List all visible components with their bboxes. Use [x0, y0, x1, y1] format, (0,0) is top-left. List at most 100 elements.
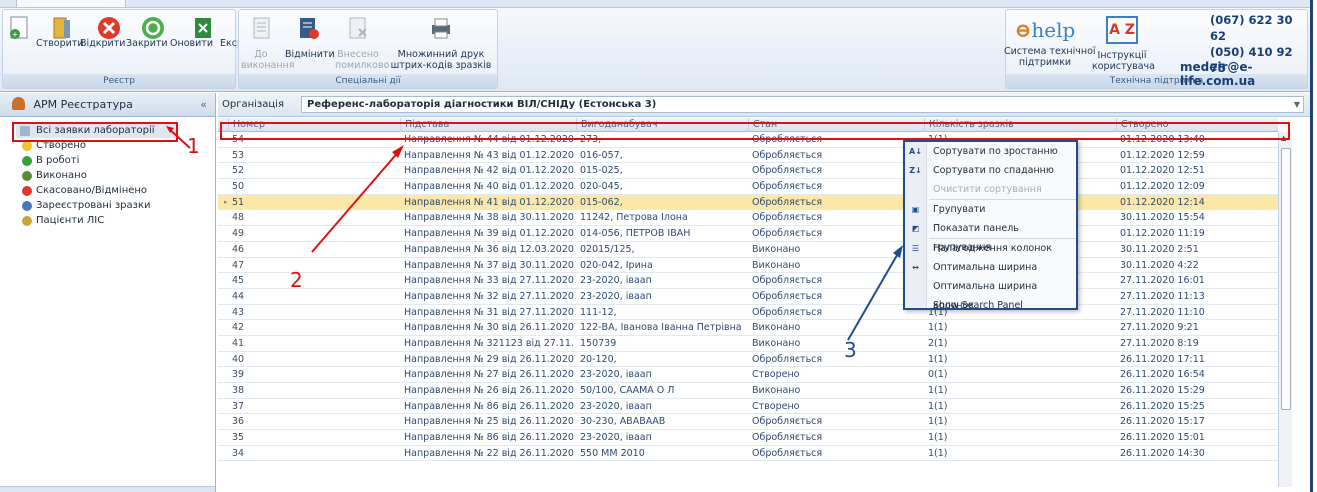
ribbon-group-registry: + Створити Відкрити Закрити Оновити Експ…: [2, 9, 261, 89]
created-status-icon: [22, 141, 32, 151]
table-cell: 40: [232, 353, 245, 365]
table-row[interactable]: 49 Направлення № 39 від 01.12.2020 014-056…: [218, 226, 1278, 242]
table-row[interactable]: 45 Направлення № 33 від 27.11.2020 23-2020…: [218, 273, 1278, 289]
ribbon-tab[interactable]: [16, 0, 126, 8]
table-cell: 50: [232, 181, 245, 193]
close-button[interactable]: Закрити: [95, 14, 168, 49]
nav-footer-grip[interactable]: [0, 486, 215, 492]
table-cell: Направлення № 40 від 01.12.2020: [404, 181, 574, 193]
table-cell: Обробляється: [752, 306, 823, 318]
create-button[interactable]: + Створити: [5, 14, 84, 49]
table-row[interactable]: 34 Направлення № 22 від 26.11.2020 550 ММ …: [218, 446, 1278, 462]
open-button[interactable]: Відкрити: [49, 14, 125, 49]
cancel-doc-label: Відмінити: [285, 49, 335, 60]
table-cell: 23-2020, іваап: [580, 432, 652, 444]
menu-item-4[interactable]: ◩ Показати панель групування: [905, 219, 1076, 253]
table-cell: 37: [232, 400, 245, 412]
printer-icon: [432, 18, 450, 39]
sidebar-item-3[interactable]: Виконано: [0, 168, 215, 183]
samples-icon: [22, 201, 32, 211]
table-cell: 52: [232, 165, 245, 177]
grid-body: 54 Направлення № 44 від 01.12.2020 273, Обр…: [218, 132, 1278, 462]
user-manual-button[interactable]: A Z Інструкції користувача: [1092, 14, 1155, 72]
table-cell: Направлення № 42 від 01.12.2020: [404, 165, 574, 177]
table-row[interactable]: 40 Направлення № 29 від 26.11.2020 20-120,…: [218, 352, 1278, 368]
menu-item-0[interactable]: A↓ Сортувати по зростанню: [905, 142, 1076, 161]
table-cell: 01.12.2020 12:09: [1120, 181, 1205, 193]
table-row[interactable]: 52 Направлення № 42 від 01.12.2020 015-025…: [218, 163, 1278, 180]
table-cell: 39: [232, 369, 245, 381]
table-cell: Направлення № 27 від 26.11.2020: [404, 369, 574, 381]
table-row[interactable]: 36 Направлення № 25 від 26.11.2020 30-230,…: [218, 414, 1278, 431]
table-row[interactable]: 39 Направлення № 27 від 26.11.2020 23-2020…: [218, 367, 1278, 383]
menu-item-2[interactable]: Очистити сортування: [905, 180, 1076, 199]
menu-item-label: Сортувати по спаданню: [933, 165, 1054, 176]
annotation-number-3: 3: [844, 338, 857, 362]
multi-print-button[interactable]: Множинний друк штрих-кодів зразків: [387, 14, 495, 71]
table-row[interactable]: 43 Направлення № 31 від 27.11.2020 111-12,…: [218, 305, 1278, 321]
nav-title: АРМ Реєстратура: [33, 98, 133, 111]
table-cell: 01.12.2020 12:51: [1120, 165, 1205, 177]
collapse-icon[interactable]: «: [200, 93, 207, 117]
table-row[interactable]: 47 Направлення № 37 від 30.11.2020 020-042…: [218, 258, 1278, 274]
table-row[interactable]: 46 Направлення № 36 від 12.03.2020 02015/1…: [218, 242, 1278, 258]
menu-item-1[interactable]: Z↓ Сортувати по спаданню: [905, 161, 1076, 180]
table-row[interactable]: 35 Направлення № 86 від 26.11.2020 23-2020…: [218, 430, 1278, 446]
svg-text:+: +: [12, 30, 19, 39]
table-row[interactable]: ▸ 51 Направлення № 41 від 01.12.2020 015-06…: [218, 194, 1278, 211]
table-row[interactable]: 38 Направлення № 26 від 26.11.2020 50/100,…: [218, 383, 1278, 399]
table-row[interactable]: 37 Направлення № 86 від 26.11.2020 23-2020…: [218, 399, 1278, 415]
table-cell: 1(1): [928, 400, 948, 412]
table-cell: Виконано: [752, 243, 801, 255]
menu-item-label: Групувати: [933, 204, 986, 215]
to-execution-button[interactable]: До виконання: [241, 14, 295, 71]
sidebar-item-6[interactable]: Пацієнти ЛІС: [0, 213, 215, 228]
refresh-button[interactable]: Оновити: [139, 14, 213, 49]
column-chooser-icon: ☰: [911, 244, 920, 253]
table-row[interactable]: 48 Направлення № 38 від 30.11.2020 11242, …: [218, 210, 1278, 227]
menu-item-5[interactable]: ☰ Налагодження колонок: [905, 239, 1076, 258]
support-email[interactable]: medeir@e-life.com.ua: [1180, 60, 1310, 88]
patients-icon: [22, 216, 32, 226]
table-cell: Направлення № 32 від 27.11.2020: [404, 290, 574, 302]
error-doc-button[interactable]: Внесено помилково: [335, 14, 389, 71]
table-cell: 23-2020, іваап: [580, 369, 652, 381]
table-row[interactable]: 50 Направлення № 40 від 01.12.2020 020-045…: [218, 179, 1278, 195]
sidebar-item-4[interactable]: Скасовано/Відмінено: [0, 183, 215, 198]
error-doc-icon: [349, 17, 367, 39]
sidebar-item-5[interactable]: Зареєстровані зразки: [0, 198, 215, 213]
table-cell: 01.12.2020 11:19: [1120, 228, 1205, 240]
menu-item-7[interactable]: Оптимальна ширина колонок: [905, 277, 1076, 311]
table-cell: Створено: [752, 400, 800, 412]
help-system-button[interactable]: ⊖help Система технічної підтримки: [1004, 14, 1096, 68]
table-cell: Виконано: [752, 337, 801, 349]
table-cell: 44: [232, 290, 245, 302]
table-cell: Направлення № 26 від 26.11.2020: [404, 385, 574, 396]
menu-item-8[interactable]: Show Search Panel: [905, 296, 1076, 315]
table-row[interactable]: 53 Направлення № 43 від 01.12.2020 016-057…: [218, 148, 1278, 164]
help-logo-icon: ⊖help: [1014, 18, 1076, 42]
export-button[interactable]: Експорт: [189, 14, 261, 49]
group-icon: ▣: [911, 205, 920, 214]
vertical-scrollbar[interactable]: ▲: [1278, 132, 1292, 487]
annotation-box-nav-item: [12, 122, 178, 142]
table-cell: Направлення № 36 від 12.03.2020: [404, 243, 574, 255]
manual-label-2: користувача: [1092, 61, 1155, 72]
scroll-thumb[interactable]: [1281, 148, 1291, 410]
table-row[interactable]: 44 Направлення № 32 від 27.11.2020 23-2020…: [218, 289, 1278, 305]
menu-item-label: Show Search Panel: [933, 300, 1023, 311]
table-row[interactable]: 41 Направлення № 321123 від 27.11.2... 150…: [218, 336, 1278, 352]
table-cell: 30-230, АВАВААВ: [580, 416, 666, 428]
table-cell: Створено: [752, 369, 800, 381]
sidebar-item-2[interactable]: В роботі: [0, 153, 215, 168]
table-cell: 23-2020, іваап: [580, 400, 652, 412]
table-row[interactable]: 42 Направлення № 30 від 26.11.2020 122-ВА,…: [218, 320, 1278, 336]
table-cell: 1(1): [928, 416, 948, 428]
export-icon: [195, 18, 211, 38]
cancel-doc-button[interactable]: Відмінити: [285, 14, 335, 60]
org-select[interactable]: Референс-лабораторія діагностики ВІЛ/СНІ…: [301, 96, 1304, 113]
annotation-box-grid-header: [220, 122, 1290, 140]
chevron-down-icon[interactable]: ▼: [1294, 97, 1300, 112]
menu-item-3[interactable]: ▣ Групувати: [905, 200, 1076, 219]
menu-item-6[interactable]: ↔ Оптимальна ширина: [905, 258, 1076, 277]
